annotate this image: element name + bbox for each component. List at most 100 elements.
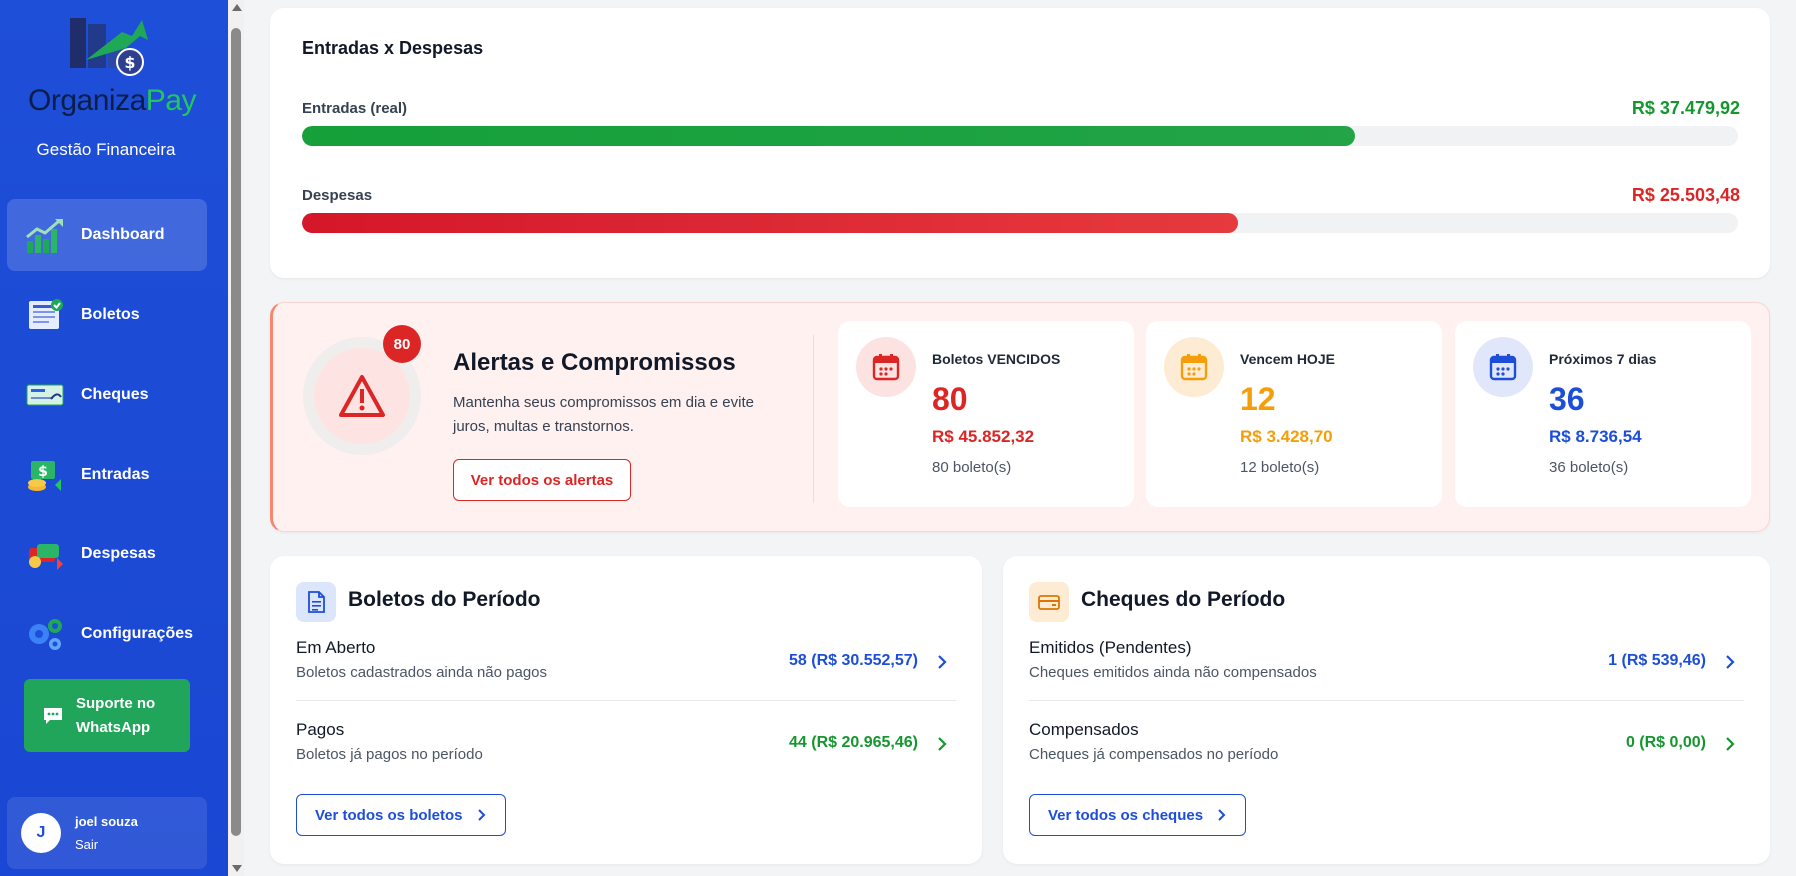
row-subtitle: Cheques emitidos ainda não compensados (1029, 664, 1317, 681)
sidebar: $ OrganizaPay Gestão Financeira Dashboar… (0, 0, 228, 876)
wallet-card-icon (1038, 595, 1060, 610)
view-all-cheques-button[interactable]: Ver todos os cheques (1029, 794, 1247, 836)
user-name: joel souza (75, 814, 138, 829)
stat-amount: R$ 8.736,54 (1549, 427, 1642, 446)
row-title: Compensados (1029, 720, 1139, 739)
chevron-right-icon[interactable] (1722, 652, 1738, 672)
scroll-up-arrow-icon[interactable] (232, 4, 242, 11)
divider (296, 700, 956, 701)
chevron-right-icon (477, 809, 485, 821)
header-icon-wrap (1029, 582, 1069, 622)
income-bar-fill (302, 126, 1355, 146)
stat-subtext: 36 boleto(s) (1549, 459, 1629, 476)
warning-triangle-icon (339, 375, 385, 417)
expense-bar-fill (302, 213, 1239, 233)
stat-icon-wrap (1164, 337, 1224, 397)
alert-count-badge: 80 (383, 325, 421, 363)
row-value: 1 (R$ 539,46) (1608, 652, 1706, 669)
alerts-card: 80 Alertas e Compromissos Mantenha seus … (270, 302, 1770, 532)
stat-subtext: 12 boleto(s) (1240, 459, 1320, 476)
scrollbar[interactable] (228, 0, 244, 876)
income-bar-track (302, 126, 1738, 146)
cheque-icon (26, 384, 64, 406)
sidebar-item-configuracoes[interactable]: Configurações (7, 598, 207, 670)
button-label: Ver todos os cheques (1048, 806, 1204, 824)
stat-count: 80 (932, 381, 968, 417)
logout-link[interactable]: Sair (75, 837, 138, 852)
sidebar-item-dashboard[interactable]: Dashboard (7, 199, 207, 271)
alerts-title: Alertas e Compromissos (453, 349, 736, 376)
view-all-boletos-button[interactable]: Ver todos os boletos (296, 794, 506, 836)
sidebar-item-despesas[interactable]: Despesas (7, 518, 207, 590)
avatar[interactable]: J (21, 813, 61, 853)
stat-label: Próximos 7 dias (1549, 351, 1657, 367)
divider (1029, 700, 1744, 701)
stat-due-today[interactable]: Vencem HOJE 12 R$ 3.428,70 12 boleto(s) (1146, 321, 1442, 507)
row-value: 0 (R$ 0,00) (1625, 734, 1706, 751)
row-subtitle: Cheques já compensados no período (1029, 746, 1279, 763)
gears-icon (29, 619, 62, 650)
sidebar-item-label: Despesas (81, 545, 156, 562)
stat-overdue[interactable]: Boletos VENCIDOS 80 R$ 45.852,32 80 bole… (838, 321, 1134, 507)
row-subtitle: Boletos já pagos no período (296, 746, 483, 763)
stat-icon-wrap (856, 337, 916, 397)
stat-count: 36 (1549, 381, 1585, 417)
view-all-alerts-button[interactable]: Ver todos os alertas (453, 459, 631, 501)
money-in-icon: $ (28, 461, 61, 491)
stat-icon-wrap (1473, 337, 1533, 397)
row-title: Pagos (296, 720, 345, 739)
row-title: Em Aberto (296, 638, 376, 657)
calendar-upcoming-icon (1489, 354, 1517, 381)
svg-text:$: $ (124, 53, 135, 72)
app-logo[interactable]: $ OrganizaPay (22, 14, 202, 117)
boleto-invoice-icon (29, 299, 63, 329)
whatsapp-support-button[interactable]: Suporte no WhatsApp (24, 679, 190, 752)
stat-next-7-days[interactable]: Próximos 7 dias 36 R$ 8.736,54 36 boleto… (1455, 321, 1751, 507)
list-item-open[interactable]: Em Aberto Boletos cadastrados ainda não … (296, 638, 956, 698)
sidebar-item-entradas[interactable]: $ Entradas (7, 439, 207, 511)
whatsapp-label: Suporte no WhatsApp (76, 694, 156, 736)
expense-bar-track (302, 213, 1738, 233)
stat-label: Boletos VENCIDOS (932, 351, 1061, 367)
sidebar-item-label: Boletos (81, 306, 140, 323)
card-title: Entradas x Despesas (302, 38, 484, 58)
chat-bubble-icon (44, 707, 62, 724)
expense-label: Despesas (302, 187, 373, 204)
income-label: Entradas (real) (302, 100, 408, 117)
stat-amount: R$ 3.428,70 (1240, 427, 1333, 446)
scroll-thumb[interactable] (231, 28, 241, 836)
list-item-issued[interactable]: Emitidos (Pendentes) Cheques emitidos ai… (1029, 638, 1744, 698)
expense-value: R$ 25.503,48 (1631, 185, 1740, 205)
sidebar-item-boletos[interactable]: Boletos (7, 279, 207, 351)
money-out-icon (29, 544, 63, 570)
document-icon (308, 591, 325, 613)
card-title: Cheques do Período (1081, 588, 1286, 611)
sidebar-item-label: Configurações (81, 625, 194, 642)
stat-subtext: 80 boleto(s) (932, 459, 1012, 476)
stat-amount: R$ 45.852,32 (932, 427, 1035, 446)
stat-count: 12 (1240, 381, 1276, 417)
logo-graphic-icon: $ (70, 18, 148, 76)
scroll-down-arrow-icon[interactable] (232, 865, 242, 872)
list-item-paid[interactable]: Pagos Boletos já pagos no período 44 (R$… (296, 720, 956, 780)
stat-label: Vencem HOJE (1240, 351, 1335, 367)
chevron-right-icon[interactable] (934, 652, 950, 672)
list-item-cleared[interactable]: Compensados Cheques já compensados no pe… (1029, 720, 1744, 780)
user-profile: J joel souza Sair (7, 797, 207, 869)
chevron-right-icon[interactable] (934, 734, 950, 754)
tagline: Gestão Financeira (36, 140, 176, 159)
sidebar-item-cheques[interactable]: Cheques (7, 359, 207, 431)
alerts-description: Mantenha seus compromissos em dia e evit… (453, 394, 754, 435)
alert-ring-inner (314, 348, 410, 444)
svg-text:$: $ (38, 464, 48, 480)
logo-text-organiza: Organiza (28, 84, 146, 117)
row-title: Emitidos (Pendentes) (1029, 638, 1192, 657)
calendar-today-icon (1180, 354, 1208, 381)
chevron-right-icon[interactable] (1722, 734, 1738, 754)
boletos-period-card: Boletos do Período Em Aberto Boletos cad… (270, 556, 982, 864)
row-value: 58 (R$ 30.552,57) (789, 652, 918, 669)
sidebar-item-label: Entradas (81, 466, 150, 483)
logo-text: OrganizaPay (22, 84, 202, 118)
sidebar-item-label: Cheques (81, 386, 149, 403)
income-value: R$ 37.479,92 (1631, 98, 1740, 118)
